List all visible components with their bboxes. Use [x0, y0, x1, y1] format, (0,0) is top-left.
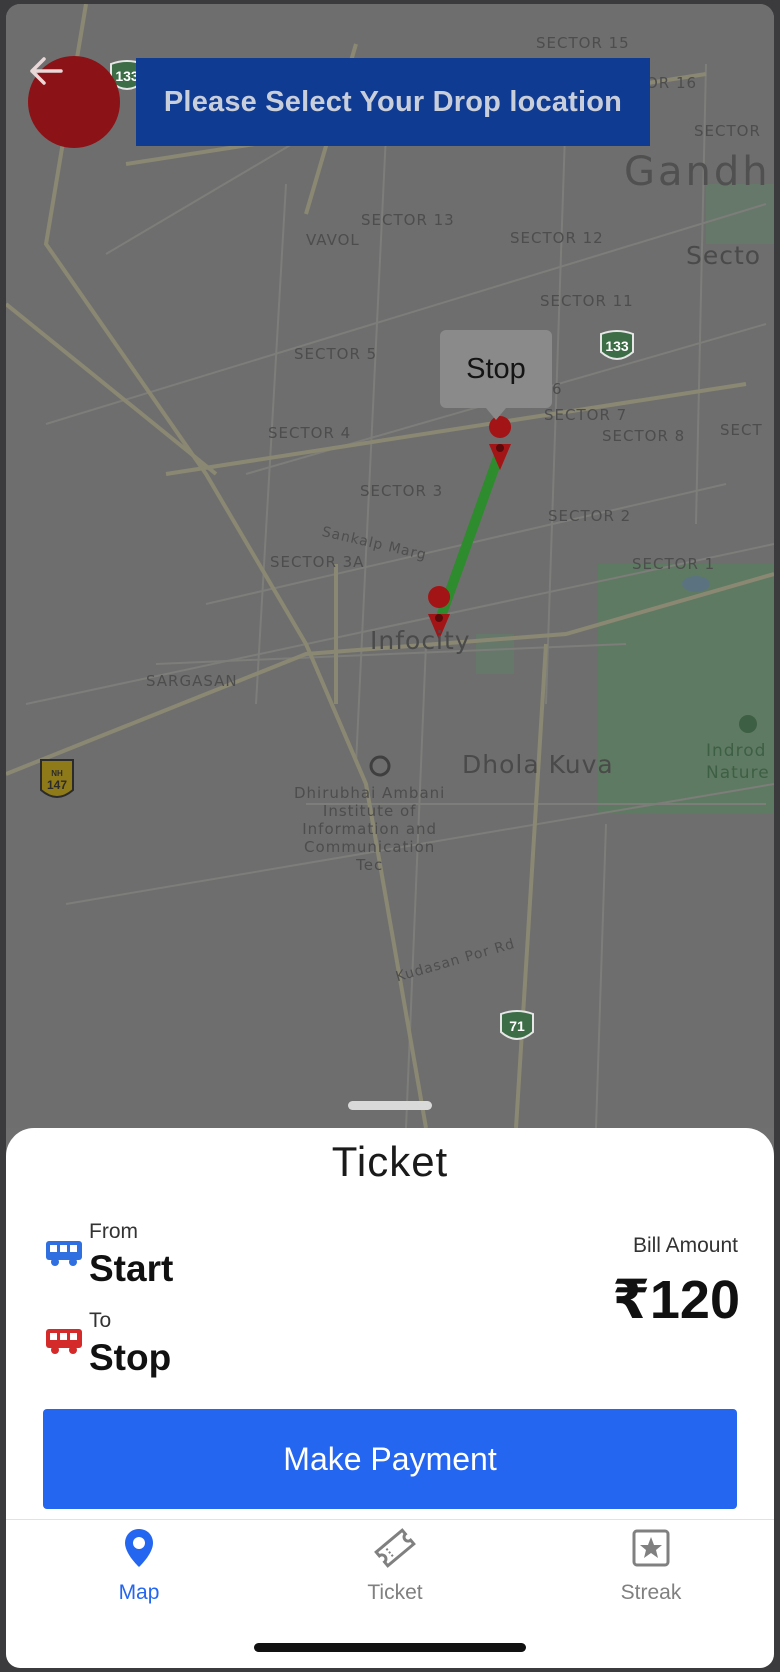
map-label: SECTOR 8 [602, 427, 686, 445]
back-button[interactable] [28, 56, 120, 148]
bus-icon [46, 1241, 82, 1266]
map-label: OR 16 [646, 74, 698, 92]
map-label: VAVOL [306, 231, 360, 249]
tab-map[interactable]: Map [59, 1525, 219, 1615]
map-label: SECTOR 13 [361, 211, 455, 229]
app-screen: SECTOR 15 OR 16 SECTOR Gandh Secto SECTO… [6, 4, 774, 1668]
highway-shield-icon: NH 147 [38, 756, 76, 804]
map-label: SECT [720, 421, 763, 439]
map-label: Secto [686, 241, 762, 270]
map-label: Infocity [370, 626, 471, 655]
map-label: SECTOR [694, 122, 761, 140]
map-label: SECTOR 11 [540, 292, 634, 310]
map-label: 6 [552, 380, 563, 398]
tab-label: Streak [620, 1581, 682, 1604]
star-badge-icon [628, 1525, 674, 1571]
from-label: From [89, 1220, 138, 1243]
to-label: To [89, 1309, 112, 1332]
map-label: Dhirubhai Ambani Institute of Informatio… [294, 784, 446, 874]
map-label: Gandh [624, 149, 771, 195]
map-label: SECTOR 3 [360, 482, 444, 500]
sheet-drag-handle[interactable] [348, 1101, 432, 1110]
ticket-icon [372, 1525, 418, 1571]
bill-amount-label: Bill Amount [632, 1234, 738, 1257]
map-label: SECTOR 4 [268, 424, 352, 442]
stop-callout[interactable]: Stop [440, 330, 552, 420]
map-label: SECTOR 3A [270, 553, 365, 571]
tab-ticket[interactable]: Ticket [315, 1525, 475, 1615]
tab-label: Ticket [367, 1581, 423, 1604]
to-value: Stop [89, 1337, 172, 1378]
highway-shield-icon: 71 [498, 1008, 536, 1044]
map-label: SECTOR 5 [294, 345, 378, 363]
ticket-sheet: Ticket From Start To Stop Bill Amount ₹1… [6, 1128, 774, 1668]
arrow-left-icon [30, 57, 63, 85]
bus-icon [46, 1329, 82, 1354]
make-payment-button[interactable]: Make Payment [43, 1409, 737, 1509]
map-label: SECTOR 2 [548, 507, 632, 525]
page-title: Please Select Your Drop location [136, 58, 650, 146]
map-label: Indrod Nature P [706, 741, 770, 783]
map-label: SECTOR 15 [536, 34, 630, 52]
map-view[interactable]: SECTOR 15 OR 16 SECTOR Gandh Secto SECTO… [6, 4, 774, 1128]
tab-streak[interactable]: Streak [571, 1525, 731, 1615]
tab-label: Map [118, 1581, 160, 1604]
map-label: SARGASAN [146, 672, 238, 690]
from-value: Start [89, 1248, 174, 1289]
map-label: SECTOR 1 [632, 555, 716, 573]
home-indicator [254, 1643, 526, 1652]
map-label: SECTOR 12 [510, 229, 604, 247]
nav-divider [6, 1519, 774, 1520]
map-pin-icon [116, 1525, 162, 1571]
map-label: SECTOR 7 [544, 406, 628, 424]
highway-shield-icon: 133 [598, 328, 636, 364]
bill-amount: ₹120 [612, 1270, 740, 1330]
sheet-title: Ticket [331, 1138, 449, 1185]
map-label: Dhola Kuva [462, 750, 614, 779]
